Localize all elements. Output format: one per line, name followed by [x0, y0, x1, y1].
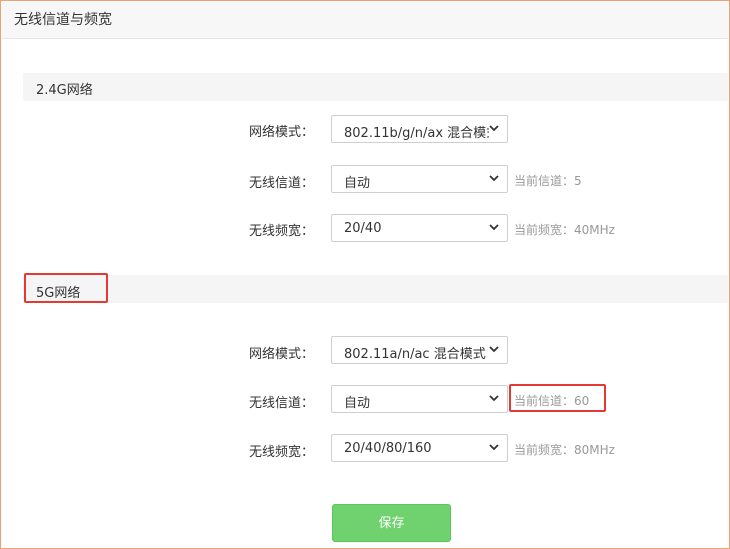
page-header: 无线信道与频宽: [2, 2, 728, 39]
bandwidth-select-2g[interactable]: 20/40: [331, 214, 508, 242]
section-header-5g: 5G网络: [23, 275, 728, 303]
chevron-down-icon: [489, 224, 499, 231]
chevron-down-icon: [489, 444, 499, 451]
bandwidth-select-5g[interactable]: 20/40/80/160: [331, 434, 508, 462]
bandwidth-label-5g: 无线频宽：: [248, 445, 314, 460]
channel-value-2g: 自动: [344, 176, 371, 191]
section-title-2g: 2.4G网络: [36, 83, 93, 98]
settings-panel: 无线信道与频宽 2.4G网络 网络模式： 802.11b/g/n/ax 混合模式…: [0, 0, 730, 549]
network-mode-label-2g: 网络模式：: [248, 125, 314, 140]
section-header-2g: 2.4G网络: [23, 73, 728, 101]
channel-label-5g: 无线信道：: [248, 396, 314, 411]
network-mode-select-2g[interactable]: 802.11b/g/n/ax 混合模式: [331, 115, 508, 143]
current-channel-2g: 当前信道：5: [514, 174, 582, 188]
network-mode-select-5g[interactable]: 802.11a/n/ac 混合模式: [331, 336, 508, 364]
current-bandwidth-2g: 当前频宽：40MHz: [514, 223, 615, 237]
bandwidth-value-5g: 20/40/80/160: [344, 441, 432, 456]
highlight-5g-title: [24, 273, 108, 303]
network-mode-value-5g: 802.11a/n/ac 混合模式: [344, 347, 486, 362]
page-title: 无线信道与频宽: [14, 12, 112, 28]
channel-select-5g[interactable]: 自动: [331, 385, 508, 413]
network-mode-label-5g: 网络模式：: [248, 347, 314, 362]
highlight-current-channel-5g: [509, 384, 606, 412]
bandwidth-label-2g: 无线频宽：: [248, 224, 314, 239]
chevron-down-icon: [489, 175, 499, 182]
chevron-down-icon: [489, 395, 499, 402]
network-mode-value-2g: 802.11b/g/n/ax 混合模式: [344, 126, 489, 141]
channel-value-5g: 自动: [344, 396, 371, 411]
current-bandwidth-5g: 当前频宽：80MHz: [514, 443, 615, 457]
chevron-down-icon: [489, 125, 499, 132]
chevron-down-icon: [489, 346, 499, 353]
bandwidth-value-2g: 20/40: [344, 221, 382, 236]
save-button[interactable]: 保存: [332, 504, 451, 542]
channel-label-2g: 无线信道：: [248, 176, 314, 191]
channel-select-2g[interactable]: 自动: [331, 165, 508, 193]
